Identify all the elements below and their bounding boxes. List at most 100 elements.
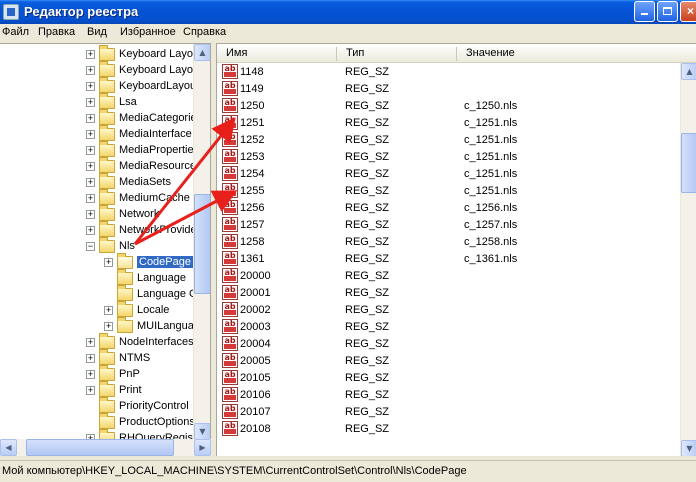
value-row[interactable]: ab 20002 REG_SZ <box>217 302 680 319</box>
string-value-icon: ab <box>222 234 238 249</box>
expand-icon[interactable]: + <box>86 50 95 59</box>
folder-icon <box>99 429 115 439</box>
scroll-right-arrow-icon[interactable]: ▶ <box>194 439 211 456</box>
value-row[interactable]: ab 20001 REG_SZ <box>217 285 680 302</box>
title-bar[interactable]: Редактор реестра × <box>0 0 696 24</box>
value-row[interactable]: ab 20004 REG_SZ <box>217 336 680 353</box>
value-row[interactable]: ab 1251 REG_SZ c_1251.nls <box>217 115 680 132</box>
folder-icon <box>99 125 115 141</box>
value-type: REG_SZ <box>345 185 390 197</box>
value-name: 1251 <box>240 117 265 129</box>
expand-icon[interactable]: + <box>104 306 113 315</box>
value-row[interactable]: ab 20000 REG_SZ <box>217 268 680 285</box>
column-type-header[interactable]: Тип <box>337 47 457 61</box>
value-row[interactable]: ab 20105 REG_SZ <box>217 370 680 387</box>
menu-edit[interactable]: Правка <box>38 26 75 38</box>
expand-icon[interactable]: + <box>86 66 95 75</box>
string-value-icon: ab <box>222 98 238 113</box>
maximize-button[interactable] <box>657 1 678 22</box>
expand-icon[interactable]: + <box>86 210 95 219</box>
tree-item-label: PriorityControl <box>119 400 189 412</box>
tree-item-label: CodePage <box>137 256 193 268</box>
menu-favorites[interactable]: Избранное <box>120 26 176 38</box>
list-scroll-thumb[interactable] <box>681 133 696 193</box>
value-data: c_1361.nls <box>464 253 518 265</box>
value-data: c_1256.nls <box>464 202 518 214</box>
expand-icon[interactable]: + <box>86 114 95 123</box>
value-row[interactable]: ab 1250 REG_SZ c_1250.nls <box>217 98 680 115</box>
value-row[interactable]: ab 1256 REG_SZ c_1256.nls <box>217 200 680 217</box>
tree-horizontal-scrollbar[interactable]: ◀ ▶ <box>0 439 211 456</box>
value-row[interactable]: ab 1253 REG_SZ c_1251.nls <box>217 149 680 166</box>
string-value-icon: ab <box>222 200 238 215</box>
value-row[interactable]: ab 1258 REG_SZ c_1258.nls <box>217 234 680 251</box>
scroll-down-arrow-icon[interactable]: ▼ <box>194 423 210 439</box>
expand-icon[interactable]: + <box>86 146 95 155</box>
value-row[interactable]: ab 1252 REG_SZ c_1251.nls <box>217 132 680 149</box>
value-row[interactable]: ab 1149 REG_SZ <box>217 81 680 98</box>
value-row[interactable]: ab 1361 REG_SZ c_1361.nls <box>217 251 680 268</box>
registry-tree[interactable]: + Keyboard Layou + Keyboard Layou + KeyboardL… <box>0 43 211 439</box>
value-type: REG_SZ <box>345 423 390 435</box>
tree-vertical-scrollbar[interactable]: ▲ ▼ <box>193 44 210 439</box>
value-row[interactable]: ab 1254 REG_SZ c_1251.nls <box>217 166 680 183</box>
expand-icon[interactable]: + <box>86 98 95 107</box>
scroll-left-arrow-icon[interactable]: ◀ <box>0 439 17 456</box>
value-type: REG_SZ <box>345 338 390 350</box>
menu-help[interactable]: Справка <box>183 26 226 38</box>
minimize-button[interactable] <box>634 1 655 22</box>
value-data: c_1251.nls <box>464 117 518 129</box>
scroll-up-arrow-icon[interactable]: ▲ <box>194 44 210 61</box>
expand-icon[interactable]: + <box>104 258 113 267</box>
folder-icon <box>99 221 115 237</box>
tree-item-label: NodeInterfaces <box>119 336 194 348</box>
value-row[interactable]: ab 20005 REG_SZ <box>217 353 680 370</box>
value-row[interactable]: ab 1257 REG_SZ c_1257.nls <box>217 217 680 234</box>
expand-icon[interactable]: + <box>86 130 95 139</box>
tree-hscroll-thumb[interactable] <box>26 439 174 456</box>
tree-item-label: Lsa <box>119 96 137 108</box>
close-button[interactable]: × <box>680 1 696 22</box>
expand-icon[interactable]: + <box>86 354 95 363</box>
expand-icon[interactable]: + <box>86 386 95 395</box>
minimize-icon <box>641 13 648 15</box>
value-row[interactable]: ab 20106 REG_SZ <box>217 387 680 404</box>
value-row[interactable]: ab 1148 REG_SZ <box>217 64 680 81</box>
expand-icon[interactable]: + <box>104 322 113 331</box>
collapse-icon[interactable]: − <box>86 242 95 251</box>
window-title: Редактор реестра <box>24 4 139 19</box>
status-bar: Мой компьютер\HKEY_LOCAL_MACHINE\SYSTEM\… <box>0 460 696 482</box>
expand-icon[interactable]: + <box>86 162 95 171</box>
list-vertical-scrollbar[interactable]: ▲ ▼ <box>680 63 696 456</box>
value-name: 20004 <box>240 338 271 350</box>
menu-bar: Файл Правка Вид Избранное Справка <box>0 24 696 42</box>
column-value-header[interactable]: Значение <box>457 47 680 61</box>
expand-icon[interactable]: + <box>86 194 95 203</box>
tree-scroll-thumb[interactable] <box>194 194 210 294</box>
menu-view[interactable]: Вид <box>87 26 107 38</box>
expand-icon[interactable]: + <box>86 338 95 347</box>
string-value-icon: ab <box>222 285 238 300</box>
folder-icon <box>99 77 115 93</box>
value-row[interactable]: ab 1255 REG_SZ c_1251.nls <box>217 183 680 200</box>
expand-icon[interactable]: + <box>86 370 95 379</box>
string-value-icon: ab <box>222 149 238 164</box>
menu-file[interactable]: Файл <box>2 26 29 38</box>
value-data: c_1251.nls <box>464 185 518 197</box>
expand-icon[interactable]: + <box>86 82 95 91</box>
scroll-up-arrow-icon[interactable]: ▲ <box>681 63 696 80</box>
folder-icon <box>99 413 115 429</box>
column-name-header[interactable]: Имя <box>217 47 337 61</box>
value-data: c_1257.nls <box>464 219 518 231</box>
folder-icon <box>99 205 115 221</box>
value-row[interactable]: ab 20107 REG_SZ <box>217 404 680 421</box>
tree-item-label: MediumCache <box>119 192 190 204</box>
values-list[interactable]: Имя Тип Значение ab 1148 REG_SZ ab 1149 REG_S… <box>216 43 696 456</box>
value-name: 1254 <box>240 168 265 180</box>
expand-icon[interactable]: + <box>86 178 95 187</box>
tree-item-label: MediaInterface <box>119 128 192 140</box>
expand-icon[interactable]: + <box>86 226 95 235</box>
value-row[interactable]: ab 20108 REG_SZ <box>217 421 680 438</box>
value-name: 20000 <box>240 270 271 282</box>
value-row[interactable]: ab 20003 REG_SZ <box>217 319 680 336</box>
